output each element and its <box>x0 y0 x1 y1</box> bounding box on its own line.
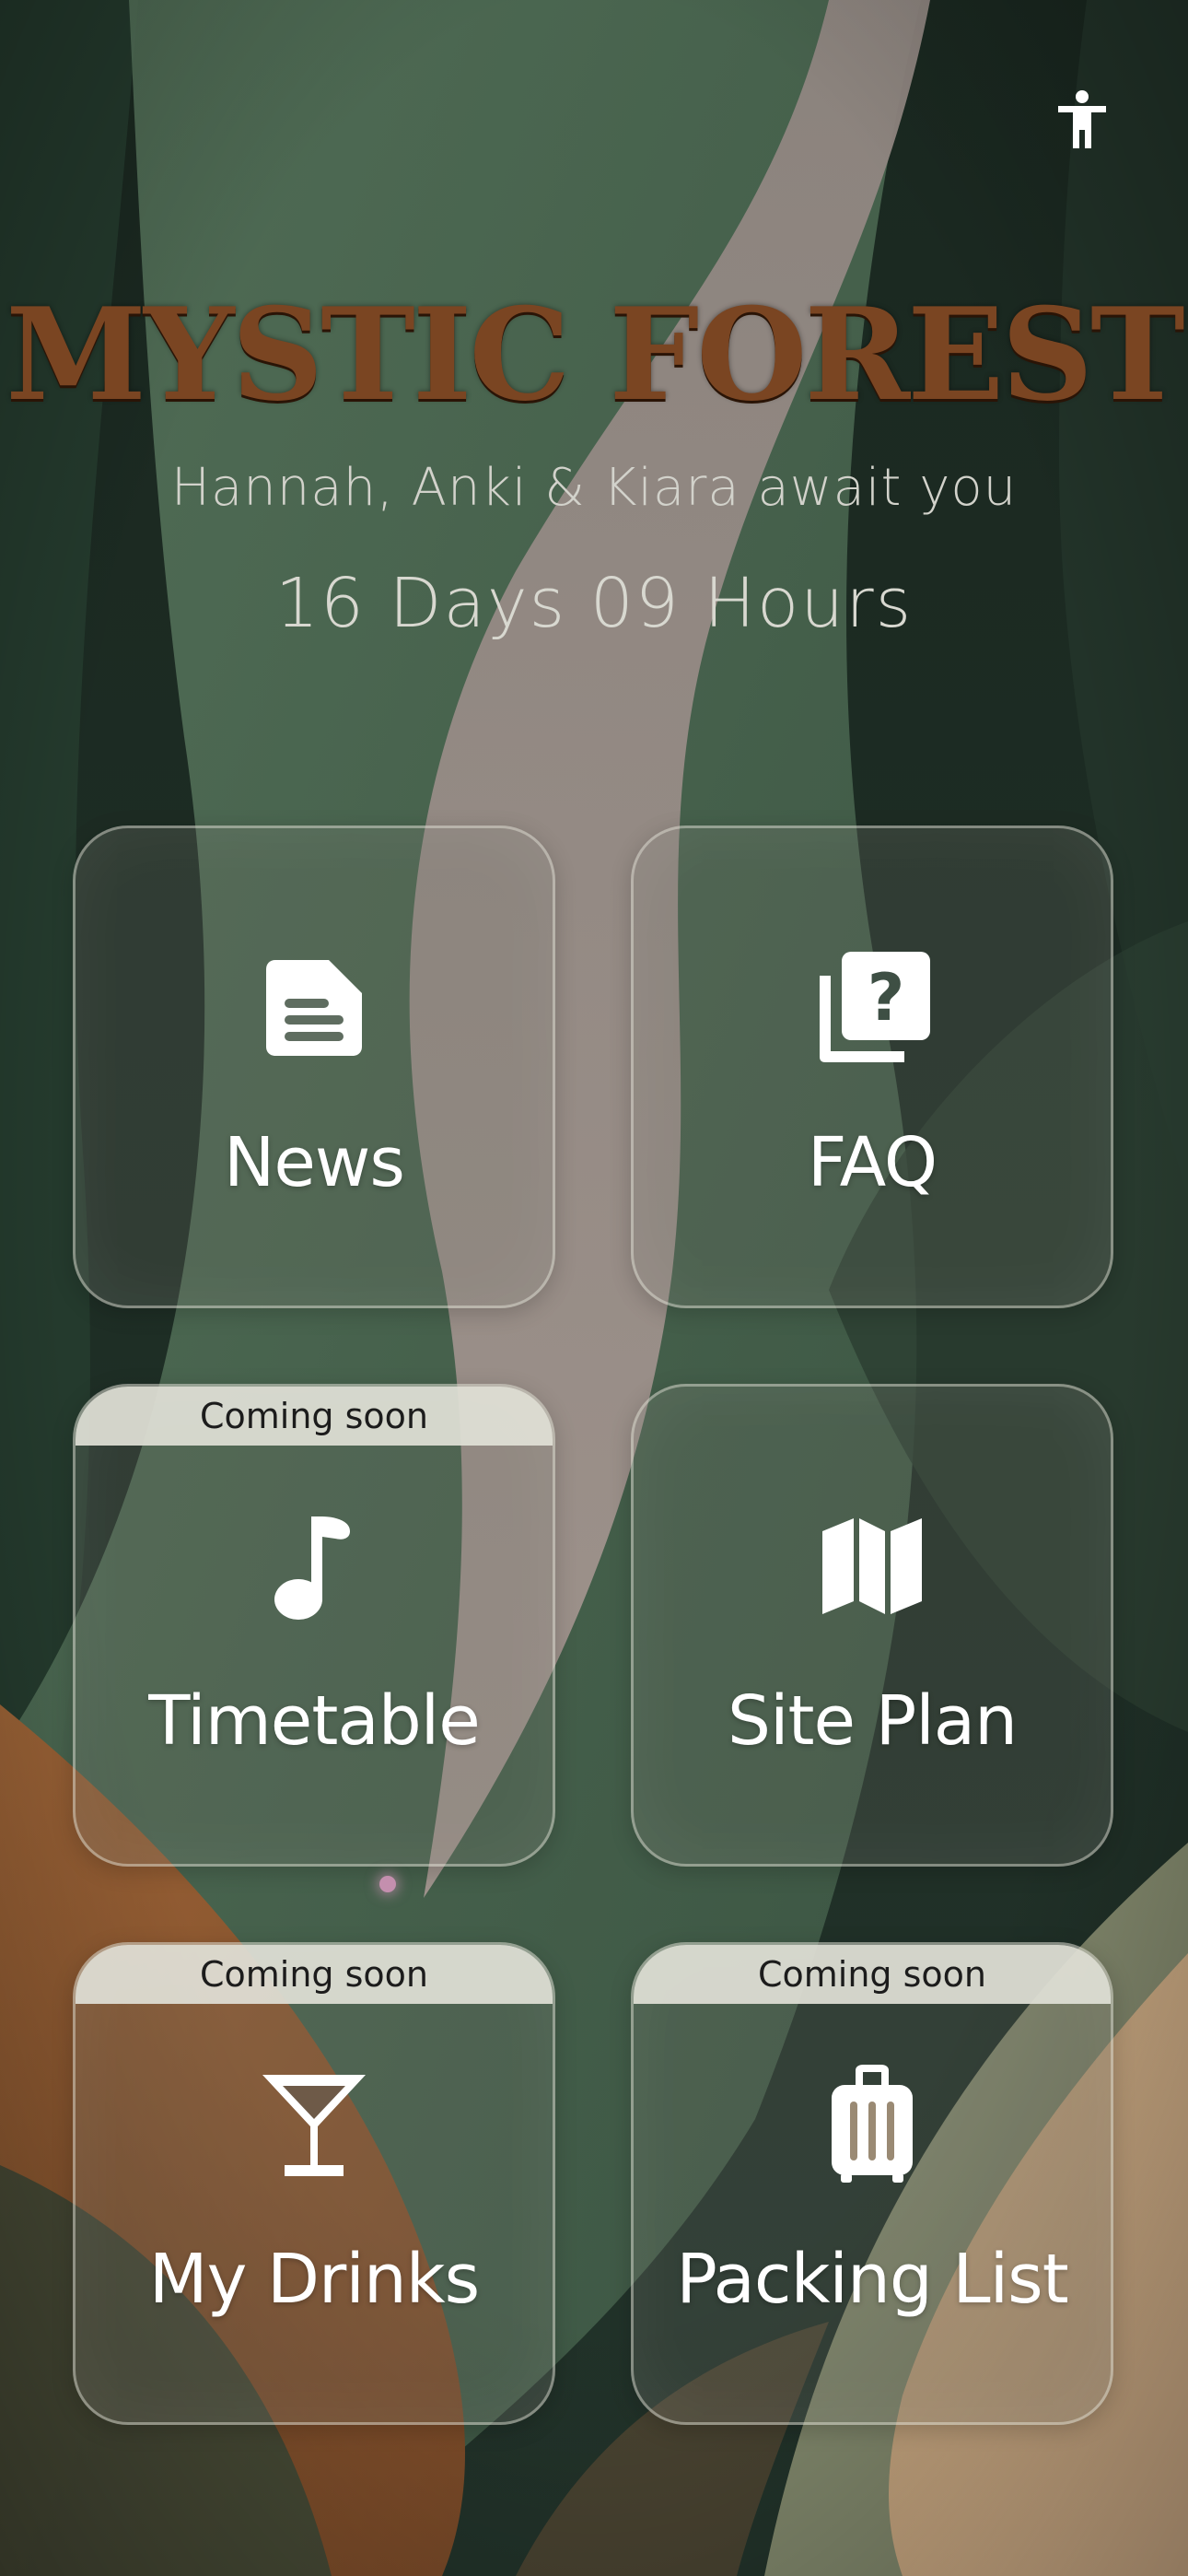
tile-faq[interactable]: ? FAQ <box>631 825 1113 1308</box>
tile-timetable[interactable]: Coming soon Timetable <box>73 1384 555 1867</box>
coming-soon-badge: Coming soon <box>634 1945 1111 2004</box>
tile-timetable-label: Timetable <box>148 1681 481 1761</box>
music-note-icon <box>254 1506 374 1626</box>
tile-my-drinks[interactable]: Coming soon My Drinks <box>73 1942 555 2425</box>
tile-news-label: News <box>224 1123 405 1202</box>
coming-soon-badge: Coming soon <box>76 1945 553 2004</box>
tile-packing-list-label: Packing List <box>676 2240 1069 2319</box>
hosts-subtitle: Hannah, Anki & Kiara await you <box>170 458 1018 518</box>
page-title: MYSTIC FOREST <box>6 279 1184 429</box>
tile-news[interactable]: News <box>73 825 555 1308</box>
tile-my-drinks-label: My Drinks <box>148 2240 480 2319</box>
decorative-glow-dot <box>379 1876 396 1892</box>
accessibility-person-icon <box>1058 90 1106 148</box>
svg-text:?: ? <box>868 960 905 1036</box>
tile-packing-list[interactable]: Coming soon Packing List <box>631 1942 1113 2425</box>
tile-faq-label: FAQ <box>807 1123 938 1202</box>
cocktail-glass-icon <box>254 2065 374 2184</box>
coming-soon-badge: Coming soon <box>76 1387 553 1446</box>
tile-site-plan-label: Site Plan <box>727 1681 1018 1761</box>
map-icon <box>812 1506 932 1626</box>
accessibility-button[interactable] <box>1045 83 1119 157</box>
faq-question-icon: ? <box>812 948 932 1068</box>
countdown-timer: 16 Days 09 Hours <box>274 564 914 643</box>
tile-site-plan[interactable]: Site Plan <box>631 1384 1113 1867</box>
suitcase-icon <box>812 2065 932 2184</box>
newspaper-document-icon <box>254 948 374 1068</box>
